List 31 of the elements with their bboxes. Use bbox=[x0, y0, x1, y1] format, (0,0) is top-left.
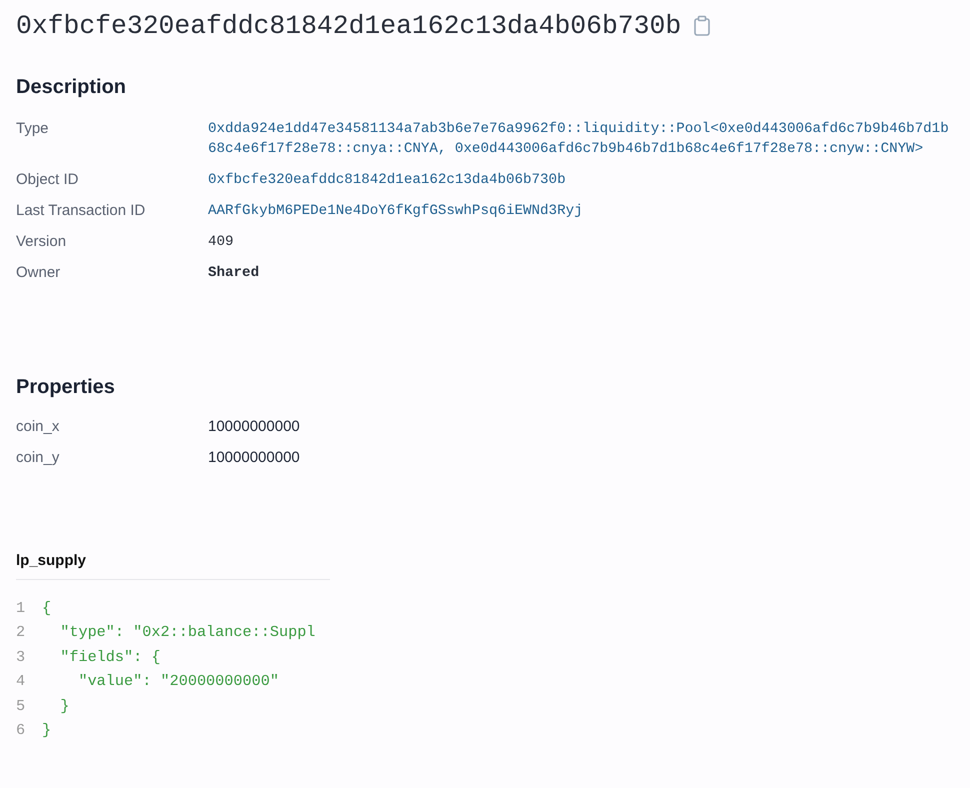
property-value: 10000000000 bbox=[208, 417, 301, 437]
property-value: 10000000000 bbox=[208, 448, 301, 468]
clipboard-icon[interactable] bbox=[693, 15, 712, 37]
line-number: 2 bbox=[16, 622, 26, 644]
code-line: "type": "0x2::balance::Suppl bbox=[59, 622, 316, 644]
field-label: Version bbox=[16, 232, 68, 252]
line-number: 6 bbox=[16, 720, 26, 742]
value-link[interactable]: 0xdda924e1dd47e34581134a7ab3b6e7e76a9962f0::liquidity::Pool<0xe0d443006afd6c7b9b46b7d1b68c4e6f17f28e78::cnya::CNYA, 0xe0d443006afd6c7b9b46b7d1b68c4e6f17f28e78::cnyw::CNYW> bbox=[208, 119, 954, 159]
field-label: Object ID bbox=[16, 170, 80, 190]
property-name: lp_supply bbox=[16, 552, 330, 580]
line-number: 5 bbox=[16, 696, 26, 717]
field-label: Owner bbox=[16, 263, 62, 283]
field-label: Type bbox=[16, 119, 50, 139]
object-id-title: 0xfbcfe320eafddc81842d1ea162c13da4b06b730b bbox=[16, 11, 682, 41]
code-line: } bbox=[42, 720, 52, 742]
code-line: "value": "20000000000" bbox=[77, 671, 279, 692]
value-link[interactable]: AARfGkybM6PEDe1Ne4DoY6fKgfGSswhPsq6iEWNd3Ryj bbox=[208, 201, 954, 221]
field-value: 409 bbox=[208, 233, 235, 252]
field-value: Shared bbox=[208, 264, 260, 283]
section-heading: Properties bbox=[16, 376, 116, 399]
property-name: coin_x bbox=[16, 417, 60, 437]
line-number: 4 bbox=[16, 671, 26, 692]
code-line: "fields": { bbox=[59, 646, 160, 668]
code-line: { bbox=[42, 598, 52, 619]
value-link[interactable]: 0xfbcfe320eafddc81842d1ea162c13da4b06b730b bbox=[208, 170, 954, 190]
line-number: 1 bbox=[16, 598, 26, 619]
property-name: coin_y bbox=[16, 448, 60, 468]
line-number: 3 bbox=[16, 646, 26, 668]
field-label: Last Transaction ID bbox=[16, 201, 146, 221]
section-heading: Description bbox=[16, 76, 128, 99]
code-line: } bbox=[59, 696, 70, 717]
